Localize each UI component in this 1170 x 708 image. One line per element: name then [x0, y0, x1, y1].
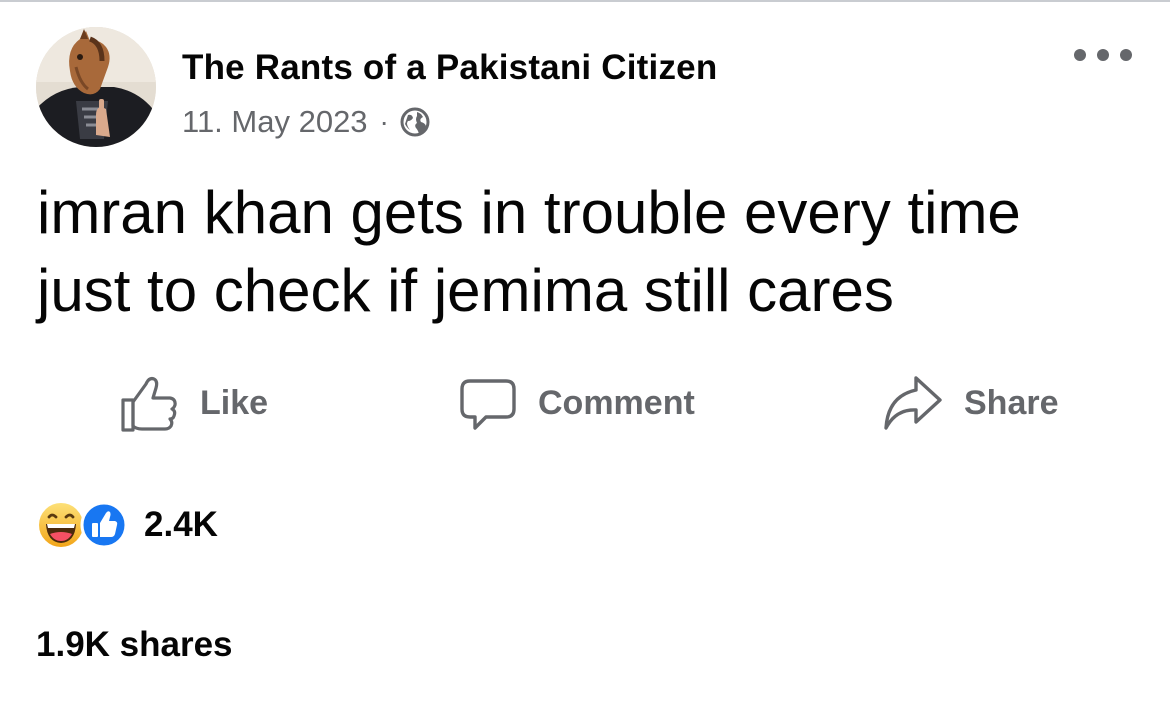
post-text-line: imran khan gets in trouble every time [37, 179, 1021, 246]
post-text-line: just to check if jemima still cares [37, 257, 894, 324]
reactions-count: 2.4K [144, 505, 218, 544]
comment-button[interactable]: Comment [458, 370, 695, 436]
more-dot [1120, 49, 1132, 61]
more-dot [1074, 49, 1086, 61]
post-date[interactable]: 11. May 2023 [182, 104, 368, 140]
thumbs-up-icon [121, 376, 177, 432]
comment-label: Comment [538, 383, 695, 422]
page-name[interactable]: The Rants of a Pakistani Citizen [182, 48, 717, 88]
share-arrow-icon [884, 376, 942, 430]
haha-reaction-icon [37, 501, 85, 549]
reaction-icons [36, 500, 136, 550]
globe-icon[interactable] [399, 106, 431, 138]
comment-bubble-icon [460, 379, 516, 430]
post-body: imran khan gets in trouble every time ju… [37, 174, 1137, 330]
post-meta: 11. May 2023 · [182, 102, 431, 142]
more-options-icon[interactable] [1074, 42, 1132, 68]
reactions-summary[interactable]: 2.4K [36, 500, 218, 550]
top-divider [0, 0, 1170, 2]
like-reaction-icon [80, 501, 128, 549]
more-dot [1097, 49, 1109, 61]
shares-count[interactable]: 1.9K shares [36, 625, 233, 665]
meta-separator: · [379, 106, 389, 137]
share-button[interactable]: Share [882, 370, 1059, 436]
like-label: Like [200, 383, 269, 422]
like-button[interactable]: Like [118, 370, 268, 436]
avatar-image [36, 27, 156, 147]
avatar[interactable] [36, 27, 156, 147]
share-label: Share [964, 383, 1059, 422]
